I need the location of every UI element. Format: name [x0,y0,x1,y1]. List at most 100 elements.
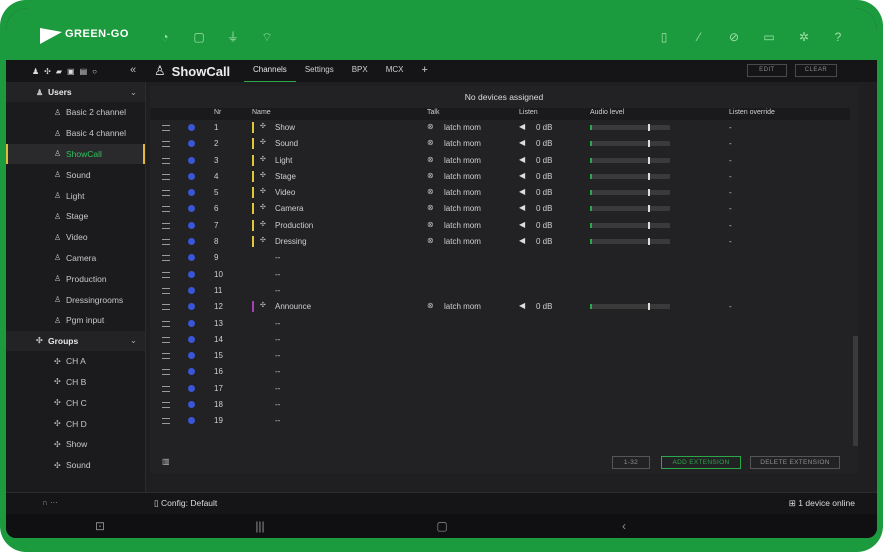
back-icon[interactable]: ‹ [614,519,634,533]
table-row[interactable]: 6 ✣ Camera ⊗ latch mom ◀ 0 dB - [150,201,858,217]
sidebar-item-user[interactable]: ♙ Dressingrooms [6,289,145,310]
drag-handle-icon[interactable] [162,353,170,360]
table-row[interactable]: 12 ✣ Announce ⊗ latch mom ◀ 0 dB - [150,299,858,315]
audio-level-meter[interactable] [590,172,670,180]
talk-mode[interactable]: latch mom [444,302,481,311]
eye-off-icon[interactable]: ⊘ [727,30,741,44]
talk-mode[interactable]: latch mom [444,123,481,132]
drag-handle-icon[interactable] [162,402,170,409]
sidebar-item-user[interactable]: ♙ Light [6,185,145,206]
table-row[interactable]: 14 -- [150,332,858,348]
speaker-icon[interactable]: ◀ [519,122,525,131]
table-row[interactable]: 4 ✣ Stage ⊗ latch mom ◀ 0 dB - [150,169,858,185]
talk-mode[interactable]: latch mom [444,237,481,246]
tab-mcx[interactable]: MCX [377,60,413,82]
tab-bpx[interactable]: BPX [343,60,377,82]
listen-level[interactable]: 0 dB [536,172,552,181]
speaker-icon[interactable]: ◀ [519,236,525,245]
speaker-icon[interactable]: ◀ [519,301,525,310]
add-tab-button[interactable]: + [413,60,437,82]
drag-handle-icon[interactable] [162,239,170,246]
listen-level[interactable]: 0 dB [536,156,552,165]
listen-override[interactable]: - [729,123,732,132]
help-icon[interactable]: ? [831,30,845,44]
config-status[interactable]: ▯ Config: Default [154,498,217,509]
audio-level-meter[interactable] [590,205,670,213]
table-row[interactable]: 9 -- [150,250,858,266]
table-row[interactable]: 7 ✣ Production ⊗ latch mom ◀ 0 dB - [150,218,858,234]
talk-mode-icon[interactable]: ⊗ [427,138,434,147]
listen-level[interactable]: 0 dB [536,188,552,197]
delete-extension-button[interactable]: DELETE EXTENSION [750,456,840,469]
device-icon[interactable]: ▰ [56,67,62,76]
audio-level-meter[interactable] [590,140,670,148]
listen-override[interactable]: - [729,221,732,230]
user-icon[interactable]: ♟ [32,67,39,76]
table-row[interactable]: 13 -- [150,316,858,332]
talk-mode[interactable]: latch mom [444,221,481,230]
talk-mode-icon[interactable]: ⊗ [427,155,434,164]
beltpack-icon[interactable]: ▯ [657,30,671,44]
speaker-icon[interactable]: ◀ [519,155,525,164]
sidebar-item-user[interactable]: ♙ Sound [6,164,145,185]
talk-mode-icon[interactable]: ⊗ [427,301,434,310]
group-icon[interactable]: ✣ [44,67,51,76]
sidebar-item-group[interactable]: ✣ Show [6,434,145,455]
sidebar-item-user[interactable]: ♙ ShowCall [6,143,145,165]
clear-button[interactable]: CLEAR [795,64,837,77]
table-row[interactable]: 8 ✣ Dressing ⊗ latch mom ◀ 0 dB - [150,234,858,250]
table-row[interactable]: 1 ✣ Show ⊗ latch mom ◀ 0 dB - [150,120,858,136]
settings-icon[interactable]: ✲ [797,30,811,44]
listen-override[interactable]: - [729,139,732,148]
sidebar-item-group[interactable]: ✣ CH B [6,372,145,393]
talk-mode[interactable]: latch mom [444,156,481,165]
drag-handle-icon[interactable] [162,206,170,213]
listen-level[interactable]: 0 dB [536,302,552,311]
sidebar-item-group[interactable]: ✣ CH A [6,351,145,372]
drag-handle-icon[interactable] [162,271,170,278]
listen-override[interactable]: - [729,172,732,181]
talk-mode[interactable]: latch mom [444,204,481,213]
listen-override[interactable]: - [729,237,732,246]
listen-override[interactable]: - [729,302,732,311]
save-icon[interactable]: ▣ [67,67,75,76]
sidebar-item-user[interactable]: ♙ Production [6,268,145,289]
table-row[interactable]: 10 -- [150,267,858,283]
wand-icon[interactable]: ⁄ [692,30,706,44]
talk-mode-icon[interactable]: ⊗ [427,122,434,131]
audio-level-meter[interactable] [590,303,670,311]
sidebar-item-user[interactable]: ♙ Pgm input [6,310,145,331]
listen-level[interactable]: 0 dB [536,204,552,213]
sidebar-item-user[interactable]: ♙ Stage [6,206,145,227]
document-icon[interactable]: ▢ [192,30,206,44]
tab-settings[interactable]: Settings [296,60,343,82]
drag-handle-icon[interactable] [162,418,170,425]
drag-handle-icon[interactable] [162,157,170,164]
page-range-button[interactable]: 1-32 [612,456,650,469]
speaker-icon[interactable]: ◀ [519,171,525,180]
speaker-icon[interactable]: ◀ [519,203,525,212]
drag-handle-icon[interactable] [162,304,170,311]
sidebar-item-user[interactable]: ♙ Basic 2 channel [6,102,145,123]
dashboard-icon[interactable]: ◔ [158,30,172,44]
table-row[interactable]: 11 -- [150,283,858,299]
scrollbar[interactable] [853,336,858,446]
listen-override[interactable]: - [729,204,732,213]
speaker-icon[interactable]: ◀ [519,138,525,147]
talk-mode[interactable]: latch mom [444,139,481,148]
listen-override[interactable]: - [729,188,732,197]
sidebar-section-groups[interactable]: ✣ Groups ⌄ [6,330,145,351]
talk-mode[interactable]: latch mom [444,172,481,181]
wifi-icon[interactable]: ⌔ [260,30,274,44]
speaker-icon[interactable]: ◀ [519,220,525,229]
sidebar-item-user[interactable]: ♙ Camera [6,248,145,269]
listen-level[interactable]: 0 dB [536,139,552,148]
audio-level-meter[interactable] [590,238,670,246]
listen-level[interactable]: 0 dB [536,237,552,246]
drag-handle-icon[interactable] [162,336,170,343]
edit-button[interactable]: EDIT [747,64,787,77]
audio-level-meter[interactable] [590,189,670,197]
table-row[interactable]: 18 -- [150,397,858,413]
sidebar-item-user[interactable]: ♙ Video [6,227,145,248]
table-row[interactable]: 15 -- [150,348,858,364]
